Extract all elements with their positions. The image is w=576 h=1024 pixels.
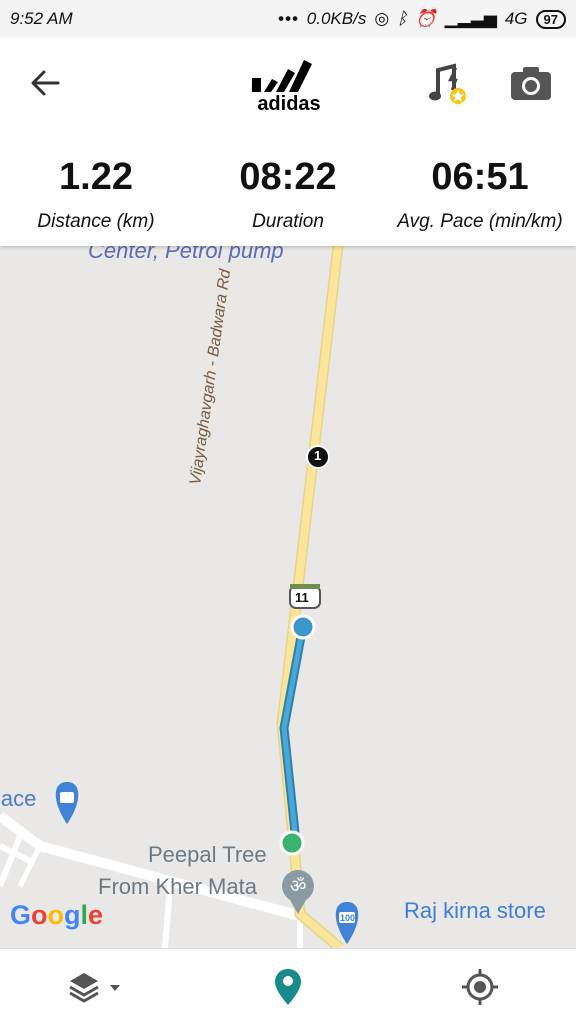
stat-distance: 1.22 Distance (km) [0, 130, 192, 246]
network-speed: 0.0KB/s [306, 9, 367, 28]
map-label-peepal-tree: Peepal Tree [148, 842, 267, 867]
status-icons: ••• 0.0KB/s ◎ ᛒ ⏰ ▁▂▃▅ 4G 97 [278, 9, 566, 29]
adidas-logo: adidas [251, 60, 321, 114]
end-point-marker [290, 614, 316, 640]
stat-label: Avg. Pace (min/km) [397, 211, 563, 232]
map-label-petrol-pump: Center, Petrol pump [88, 246, 284, 263]
map-label-place: lace [0, 786, 37, 811]
stat-label: Duration [252, 211, 324, 232]
brand-text: adidas [257, 93, 320, 114]
bottom-map-controls [0, 948, 576, 1024]
map-layers-icon[interactable] [66, 967, 122, 1007]
om-symbol-icon: ॐ [290, 876, 307, 896]
hotspot-icon: ◎ [374, 9, 390, 28]
location-pin-icon[interactable] [274, 967, 302, 1007]
battery-badge: 97 [535, 9, 566, 29]
map-label-raj-kirna-store: Raj kirna store [404, 898, 546, 923]
google-logo: Google [10, 900, 104, 930]
start-point-marker [279, 830, 305, 856]
stat-value: 06:51 [431, 156, 529, 198]
app-bar: adidas [0, 38, 576, 130]
bluetooth-icon: ᛒ [397, 9, 408, 28]
alarm-icon: ⏰ [415, 9, 437, 28]
network-type: 4G [504, 9, 528, 28]
map-label-kher-mata: From Kher Mata [98, 874, 257, 899]
camera-icon[interactable] [508, 64, 554, 102]
route-map[interactable]: Center, Petrol pump Vijayraghavgarh - Ba… [0, 246, 576, 948]
stat-value: 1.22 [59, 156, 133, 198]
store-pin-icon[interactable] [335, 902, 359, 944]
map-canvas [0, 246, 359, 948]
my-location-icon[interactable] [460, 967, 500, 1007]
stat-avg-pace: 06:51 Avg. Pace (min/km) [384, 130, 576, 246]
route-shield-label: 11 [295, 590, 309, 605]
back-arrow-icon[interactable] [28, 66, 62, 100]
shopping-pin-icon[interactable] [55, 782, 79, 824]
signal-icon: ▁▂▃▅ [444, 9, 497, 28]
more-dots-icon: ••• [277, 9, 299, 28]
music-power-song-icon[interactable] [428, 62, 470, 106]
stat-value: 08:22 [239, 156, 337, 198]
km-marker-label: 1 [314, 448, 322, 463]
status-time: 9:52 AM [10, 9, 73, 28]
stat-label: Distance (km) [37, 211, 155, 232]
status-bar: 9:52 AM ••• 0.0KB/s ◎ ᛒ ⏰ ▁▂▃▅ 4G 97 [0, 0, 576, 38]
store-badge-label: 100 [340, 913, 356, 923]
workout-stats: 1.22 Distance (km) 08:22 Duration 06:51 … [0, 130, 576, 246]
stat-duration: 08:22 Duration [192, 130, 384, 246]
